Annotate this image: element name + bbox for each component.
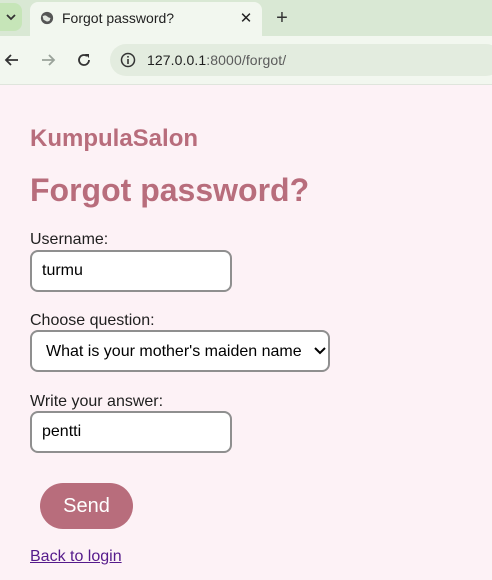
question-selected-value: What is your mother's maiden name — [46, 343, 302, 360]
url-text: 127.0.0.1:8000/forgot/ — [147, 52, 286, 68]
username-label: Username: — [30, 231, 109, 248]
back-to-login-link[interactable]: Back to login — [30, 548, 122, 566]
plus-icon[interactable]: + — [270, 6, 294, 30]
browser-tab[interactable]: Forgot password? ✕ — [30, 2, 262, 36]
send-button[interactable]: Send — [40, 483, 133, 529]
question-select[interactable]: What is your mother's maiden name — [30, 330, 330, 372]
tab-search-icon[interactable] — [0, 3, 22, 31]
question-label: Choose question: — [30, 312, 155, 329]
close-icon[interactable]: ✕ — [236, 8, 256, 28]
url-path: :8000/forgot/ — [206, 52, 287, 68]
address-bar[interactable]: 127.0.0.1:8000/forgot/ — [110, 44, 492, 76]
page-title: Forgot password? — [30, 172, 310, 208]
answer-label: Write your answer: — [30, 393, 164, 410]
browser-toolbar: 127.0.0.1:8000/forgot/ — [0, 36, 492, 85]
username-field[interactable] — [30, 250, 232, 292]
browser-tab-strip: Forgot password? ✕ + — [0, 0, 492, 36]
answer-field[interactable] — [30, 411, 232, 453]
forward-arrow-icon[interactable] — [36, 48, 60, 72]
reload-icon[interactable] — [72, 48, 96, 72]
site-brand: KumpulaSalon — [30, 125, 199, 152]
back-arrow-icon[interactable] — [0, 48, 24, 72]
tab-title: Forgot password? — [62, 10, 175, 26]
forgot-password-page: KumpulaSalon Forgot password? Username: … — [0, 85, 492, 580]
url-host: 127.0.0.1 — [147, 52, 207, 68]
chevron-down-icon — [314, 347, 326, 355]
globe-icon — [40, 11, 54, 25]
site-info-icon[interactable] — [120, 52, 136, 68]
